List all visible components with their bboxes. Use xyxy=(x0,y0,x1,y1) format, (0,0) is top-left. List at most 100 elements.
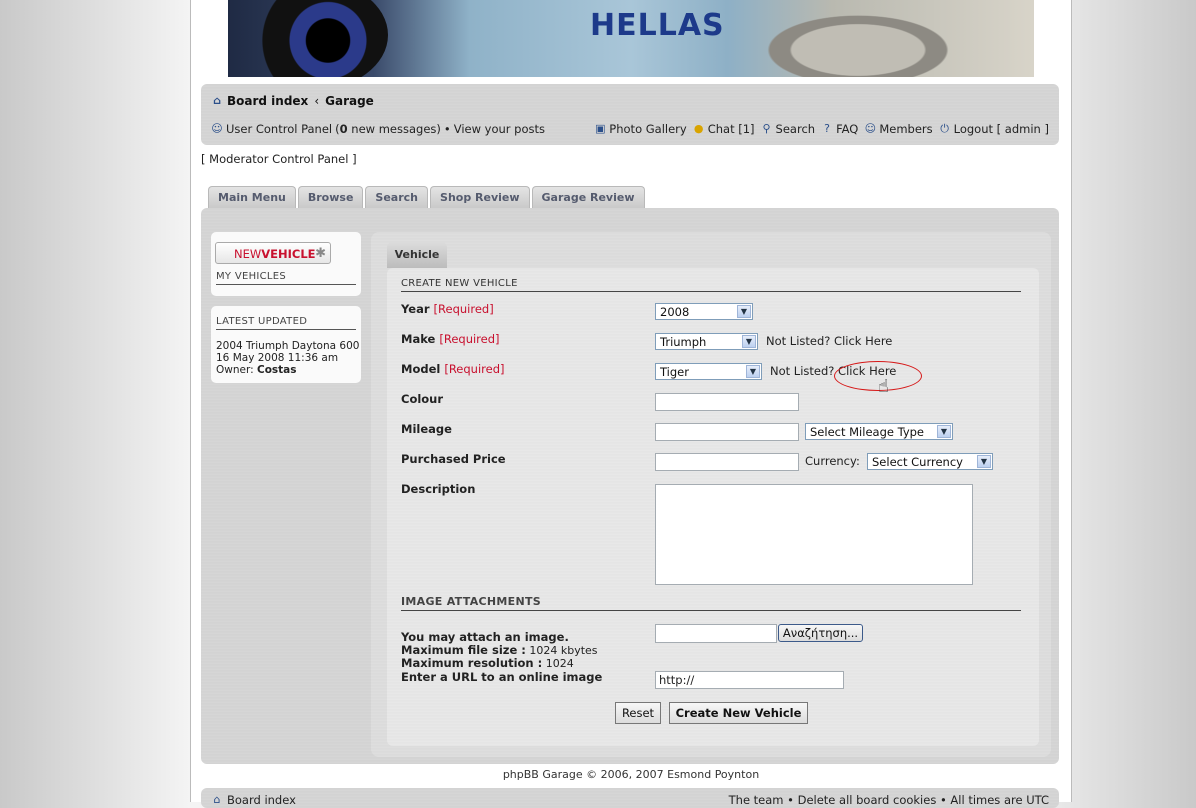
user-icon: ☺ xyxy=(211,122,223,135)
copyright-text: © 2006, 2007 Esmond Poynton xyxy=(586,768,760,781)
user-control-panel-link[interactable]: User Control Panel xyxy=(226,122,332,136)
home-icon: ⌂ xyxy=(213,94,221,107)
attach-label: You may attach an image. xyxy=(401,630,569,644)
tab-shop-review[interactable]: Shop Review xyxy=(430,186,530,209)
tab-browse[interactable]: Browse xyxy=(297,186,364,209)
power-icon: ⏻ xyxy=(940,122,949,135)
new-messages-link[interactable]: new messages xyxy=(351,122,436,136)
gallery-icon: ▣ xyxy=(595,122,606,135)
model-required: [Required] xyxy=(444,362,505,376)
bottom-board-index-link[interactable]: Board index xyxy=(227,793,296,807)
currency-select[interactable]: Select Currency ▼ xyxy=(867,453,993,470)
bottom-navigation-bar: ⌂ Board index The team • Delete all boar… xyxy=(201,788,1059,808)
latest-vehicle-link[interactable]: 2004 Triumph Daytona 600 xyxy=(216,340,359,352)
create-new-vehicle-heading: CREATE NEW VEHICLE xyxy=(401,278,1021,292)
year-select[interactable]: 2008 ▼ xyxy=(655,303,753,320)
chat-link[interactable]: ● Chat [1] xyxy=(693,122,755,136)
purchased-price-input[interactable] xyxy=(655,453,799,471)
tab-garage-review[interactable]: Garage Review xyxy=(531,186,645,209)
chevron-down-icon: ▼ xyxy=(746,365,760,378)
faq-icon: ? xyxy=(824,122,830,135)
photo-gallery-link[interactable]: ▣ Photo Gallery xyxy=(594,122,687,136)
file-input[interactable] xyxy=(655,624,777,643)
sidebar-latest-updated: LATEST UPDATED 2004 Triumph Daytona 600 … xyxy=(211,306,361,383)
faq-link[interactable]: ? FAQ xyxy=(821,122,858,136)
latest-updated-entry: 2004 Triumph Daytona 600 16 May 2008 11:… xyxy=(216,340,359,376)
vehicle-content-area: Vehicle CREATE NEW VEHICLE Year [Require… xyxy=(371,232,1051,757)
page-wrapper: HELLAS ⌂ Board index ‹ Garage ☺ User Con… xyxy=(190,0,1072,808)
bottom-links[interactable]: The team • Delete all board cookies • Al… xyxy=(729,793,1049,807)
logout-link[interactable]: ⏻ Logout [ admin ] xyxy=(939,122,1049,136)
max-res-value: 1024 xyxy=(545,657,574,670)
description-textarea[interactable] xyxy=(655,484,973,585)
chevron-down-icon: ▼ xyxy=(742,335,756,348)
purchased-price-label: Purchased Price xyxy=(401,452,506,466)
tab-vehicle[interactable]: Vehicle xyxy=(387,242,447,268)
bullet-separator: • xyxy=(443,122,451,136)
navigation-box: ⌂ Board index ‹ Garage ☺ User Control Pa… xyxy=(201,84,1059,145)
breadcrumb-board-index[interactable]: Board index xyxy=(227,94,308,108)
make-required: [Required] xyxy=(439,332,500,346)
image-attachments-heading: IMAGE ATTACHMENTS xyxy=(401,595,1021,611)
breadcrumb: ⌂ Board index ‹ Garage xyxy=(211,94,374,108)
make-not-listed-link[interactable]: Not Listed? Click Here xyxy=(766,334,892,348)
description-label: Description xyxy=(401,482,476,496)
phpbb-garage-link[interactable]: phpBB Garage xyxy=(503,768,583,781)
user-bar: ☺ User Control Panel (0 new messages) • … xyxy=(211,122,545,136)
members-icon: ☺ xyxy=(864,122,877,135)
new-vehicle-button[interactable]: NEWVEHICLE ✱ xyxy=(215,242,331,264)
sidebar-my-vehicles: NEWVEHICLE ✱ MY VEHICLES xyxy=(211,232,361,296)
chat-icon: ● xyxy=(693,122,704,135)
breadcrumb-separator: ‹ xyxy=(314,94,320,108)
garage-tabs: Main Menu Browse Search Shop Review Gara… xyxy=(208,186,645,209)
reset-button[interactable]: Reset xyxy=(615,702,661,724)
year-required: [Required] xyxy=(433,302,494,316)
mileage-input[interactable] xyxy=(655,423,799,441)
moderator-control-panel-link[interactable]: [ Moderator Control Panel ] xyxy=(201,152,357,166)
site-banner: HELLAS xyxy=(228,0,1034,77)
create-vehicle-form: CREATE NEW VEHICLE Year [Required] 2008 ▼… xyxy=(387,268,1039,746)
mileage-type-select[interactable]: Select Mileage Type ▼ xyxy=(805,423,953,440)
owner-name-link[interactable]: Costas xyxy=(257,364,297,376)
colour-input[interactable] xyxy=(655,393,799,411)
currency-label: Currency: xyxy=(805,454,860,468)
owner-label: Owner: xyxy=(216,364,254,376)
my-vehicles-heading: MY VEHICLES xyxy=(216,271,356,285)
make-select[interactable]: Triumph ▼ xyxy=(655,333,758,350)
chevron-down-icon: ▼ xyxy=(937,425,951,438)
banner-logo: HELLAS xyxy=(590,8,725,43)
tab-main-menu[interactable]: Main Menu xyxy=(208,186,296,209)
chevron-down-icon: ▼ xyxy=(977,455,991,468)
browse-file-button[interactable]: Αναζήτηση... xyxy=(778,624,863,642)
colour-label: Colour xyxy=(401,392,444,406)
latest-updated-heading: LATEST UPDATED xyxy=(216,316,356,330)
search-icon: ⚲ xyxy=(762,122,771,135)
search-link[interactable]: ⚲ Search xyxy=(761,122,816,136)
max-size-label: Maximum file size : xyxy=(401,643,526,657)
max-res-label: Maximum resolution : xyxy=(401,656,543,670)
chevron-down-icon: ▼ xyxy=(737,305,751,318)
car-image xyxy=(754,0,1014,77)
motorcycle-image xyxy=(238,0,388,77)
hand-cursor-icon: ☝ xyxy=(878,376,889,397)
view-posts-link[interactable]: View your posts xyxy=(454,122,545,136)
bottom-breadcrumb: ⌂ Board index xyxy=(211,793,296,807)
image-url-label: Enter a URL to an online image xyxy=(401,670,603,684)
new-messages-count: 0 xyxy=(339,122,348,136)
top-links: ▣ Photo Gallery ● Chat [1] ⚲ Search ? FAQ ☺ M… xyxy=(594,122,1049,136)
tab-search[interactable]: Search xyxy=(365,186,429,209)
home-icon: ⌂ xyxy=(213,793,221,806)
mileage-label: Mileage xyxy=(401,422,452,436)
footer-credits: phpBB Garage © 2006, 2007 Esmond Poynton xyxy=(191,768,1071,781)
breadcrumb-garage[interactable]: Garage xyxy=(325,94,374,108)
gear-icon: ✱ xyxy=(315,246,326,261)
garage-main-box: NEWVEHICLE ✱ MY VEHICLES LATEST UPDATED … xyxy=(201,208,1059,764)
year-label: Year [Required] xyxy=(401,302,494,316)
image-attach-info: You may attach an image. Maximum file si… xyxy=(401,630,598,671)
members-link[interactable]: ☺ Members xyxy=(864,122,933,136)
latest-date: 16 May 2008 11:36 am xyxy=(216,352,339,364)
image-url-input[interactable]: http:// xyxy=(655,671,844,689)
model-select[interactable]: Tiger ▼ xyxy=(655,363,762,380)
create-new-vehicle-button[interactable]: Create New Vehicle xyxy=(669,702,808,724)
make-label: Make [Required] xyxy=(401,332,500,346)
